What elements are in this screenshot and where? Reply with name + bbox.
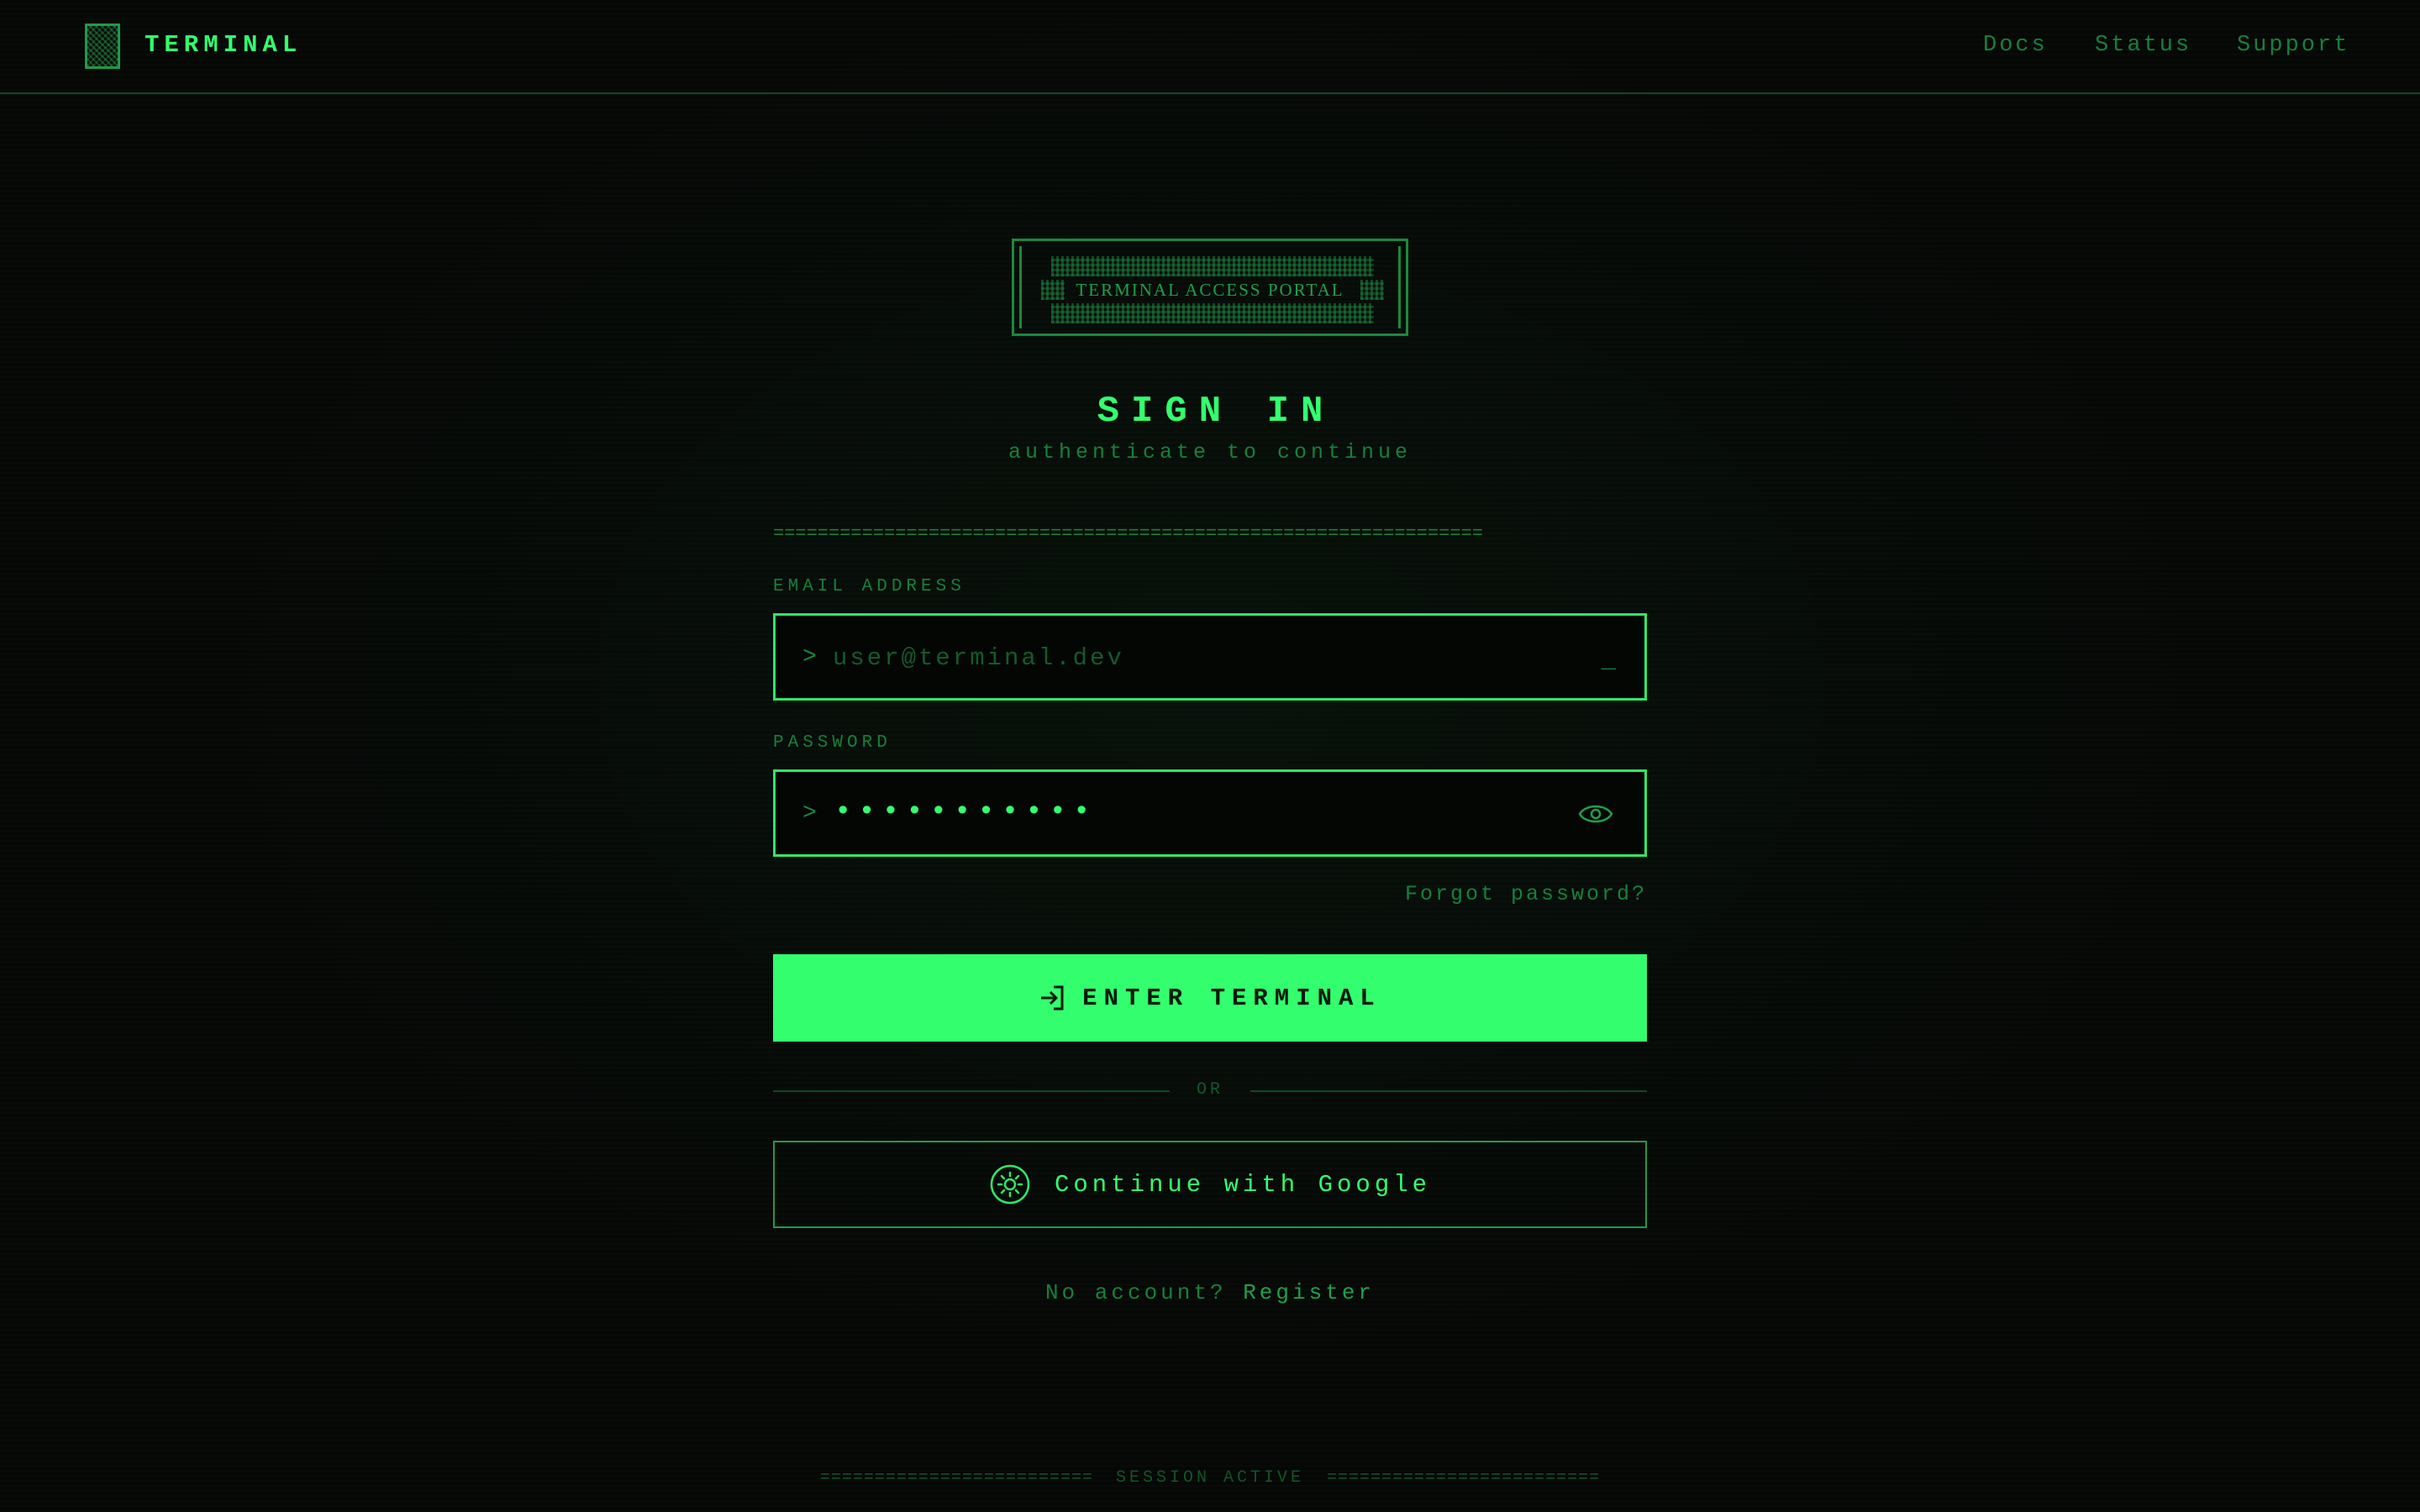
register-prompt: No account? Register [0, 1278, 2420, 1307]
login-arrow-icon [1041, 985, 1064, 1011]
ascii-divider: ========================================… [773, 524, 1483, 544]
eye-icon[interactable] [1577, 799, 1614, 829]
password-masked-value[interactable]: ••••••••••• [834, 795, 1097, 829]
nav-link-status[interactable]: Status [2095, 29, 2191, 62]
password-label: PASSWORD [773, 733, 892, 753]
banner-text: TERMINAL ACCESS PORTAL [1076, 280, 1344, 300]
top-bar: TERMINAL Docs Status Support [0, 0, 2420, 94]
banner-shade-bottom [1051, 303, 1374, 323]
password-prompt: > [802, 801, 817, 827]
page-title: SIGN IN [1097, 391, 1335, 433]
nav-link-support[interactable]: Support [2237, 29, 2349, 62]
continue-with-google-label: Continue with Google [1054, 1170, 1432, 1199]
email-input[interactable] [831, 636, 1554, 680]
email-label: EMAIL ADDRESS [773, 577, 965, 596]
register-link[interactable]: Register [1243, 1280, 1375, 1305]
session-status-footer: ========================= SESSION ACTIVE… [756, 1468, 1664, 1488]
continue-with-google-button[interactable]: Continue with Google [773, 1141, 1647, 1228]
email-prompt: > [802, 644, 817, 670]
register-question: No account? [1044, 1280, 1227, 1305]
login-page: TERMINAL Docs Status Support TERMINAL AC… [0, 0, 2420, 1512]
access-portal-banner: TERMINAL ACCESS PORTAL [1012, 239, 1408, 336]
footer-rule-left: ========================= [819, 1468, 1093, 1488]
sun-gear-icon [990, 1164, 1030, 1205]
blinking-cursor: _ [1601, 647, 1616, 675]
session-status: SESSION ACTIVE [1115, 1468, 1305, 1488]
nav-link-docs[interactable]: Docs [1983, 29, 2048, 62]
terminal-logo-icon[interactable] [85, 24, 120, 69]
brand-name[interactable]: TERMINAL [145, 29, 302, 62]
enter-terminal-label: ENTER TERMINAL [1082, 984, 1381, 1012]
footer-rule-right: ========================= [1327, 1468, 1601, 1488]
divider-line-right [1250, 1090, 1647, 1092]
forgot-password-link[interactable]: Forgot password? [1405, 880, 1647, 909]
or-divider-label: OR [1196, 1080, 1223, 1100]
enter-terminal-button[interactable]: ENTER TERMINAL [773, 954, 1647, 1042]
banner-shade-top [1051, 256, 1374, 276]
email-field[interactable]: > _ [773, 613, 1647, 701]
password-field[interactable]: > ••••••••••• [773, 769, 1647, 857]
page-subtitle: authenticate to continue [1007, 440, 1413, 465]
